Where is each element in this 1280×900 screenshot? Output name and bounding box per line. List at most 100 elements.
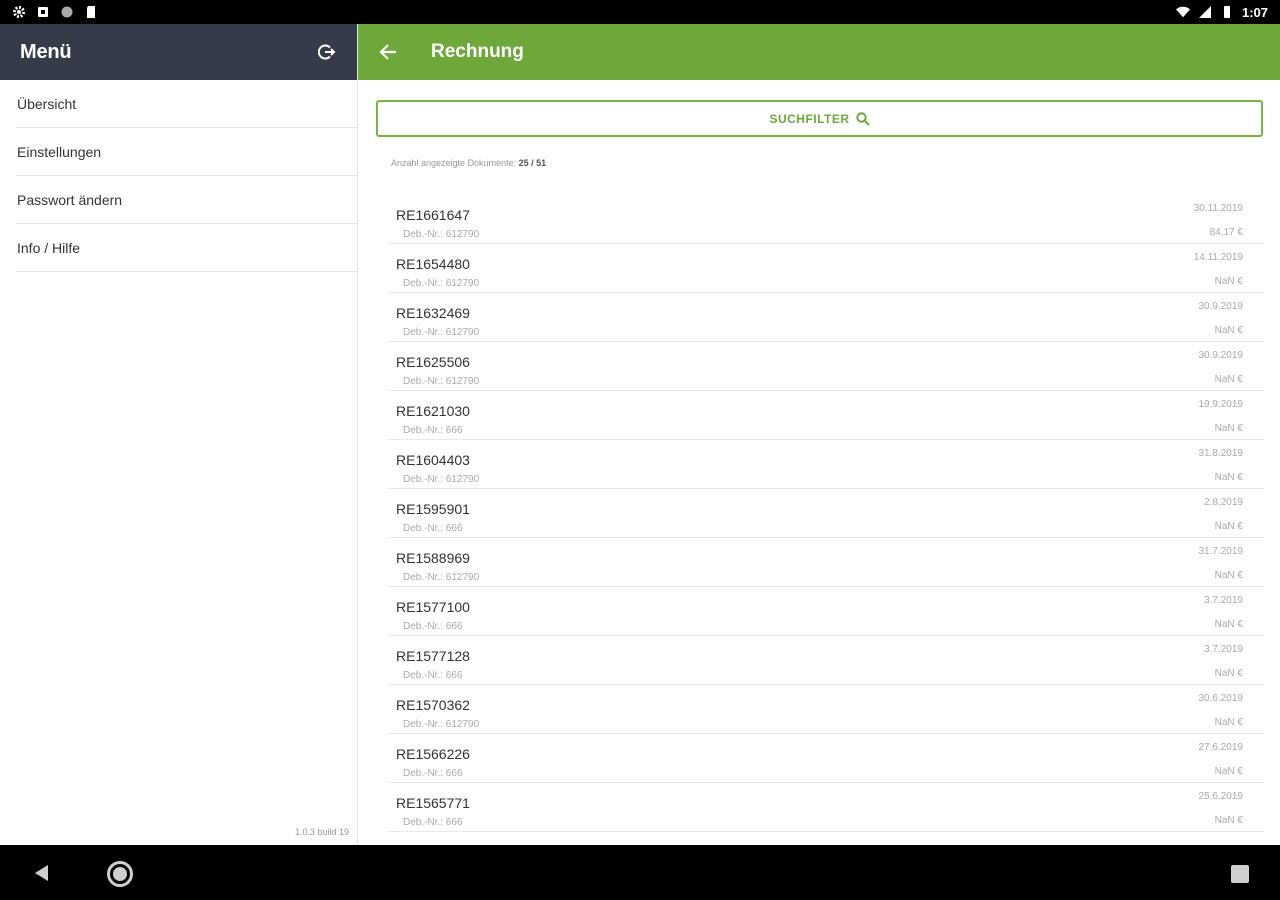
settings-icon [13, 6, 25, 18]
menu-list: Übersicht Einstellungen Passwort ändern … [0, 80, 357, 272]
invoice-amount: NaN € [1214, 815, 1243, 826]
invoice-date: 30.9.2019 [1198, 301, 1244, 312]
invoice-row[interactable]: RE1654480 Deb.-Nr.: 612790 14.11.2019 NaN € [388, 244, 1264, 293]
menu-item-change-password[interactable]: Passwort ändern [16, 176, 357, 224]
invoice-number: RE1570362 [396, 697, 470, 713]
sync-icon [61, 6, 73, 18]
page-title: Rechnung [431, 41, 524, 62]
invoice-amount: NaN € [1214, 276, 1243, 287]
invoice-number: RE1565771 [396, 795, 470, 811]
invoice-number: RE1577128 [396, 648, 470, 664]
debtor-number: Deb.-Nr.: 666 [403, 621, 463, 632]
sidebar-menu: Menü Übersicht Einstellungen Passwort än… [0, 24, 358, 845]
invoice-date: 3.7.2019 [1204, 644, 1243, 655]
invoice-date: 14.11.2019 [1193, 252, 1243, 263]
invoice-row[interactable]: RE1625506 Deb.-Nr.: 612790 30.9.2019 NaN € [388, 342, 1264, 391]
status-time: 1:07 [1241, 4, 1268, 20]
menu-item-settings[interactable]: Einstellungen [16, 128, 357, 176]
invoice-amount: NaN € [1214, 668, 1243, 679]
logout-button[interactable] [313, 38, 341, 66]
invoice-date: 30.11.2019 [1193, 203, 1243, 214]
invoice-date: 30.9.2019 [1198, 350, 1244, 361]
version-label: 1.0.3 build 19 [294, 827, 349, 837]
menu-item-label: Übersicht [17, 95, 77, 112]
invoice-row[interactable]: RE1577128 Deb.-Nr.: 666 3.7.2019 NaN € [388, 636, 1264, 685]
invoice-date: 25.6.2019 [1198, 791, 1244, 802]
invoice-row[interactable]: RE1661647 Deb.-Nr.: 612790 30.11.2019 84,17… [388, 195, 1264, 244]
invoice-number: RE1588969 [396, 550, 470, 566]
invoice-amount: NaN € [1214, 717, 1243, 728]
search-icon [855, 111, 870, 126]
invoice-amount: NaN € [1214, 472, 1243, 483]
back-button[interactable] [374, 38, 402, 66]
nav-home-icon[interactable] [107, 861, 133, 887]
document-count-label: Anzahl angezeigte Dokumente: [391, 158, 517, 168]
invoice-number: RE1577100 [396, 599, 470, 615]
invoice-date: 31.7.2019 [1198, 546, 1244, 557]
notification-icon [38, 7, 48, 17]
invoice-row[interactable]: RE1566226 Deb.-Nr.: 666 27.6.2019 NaN € [388, 734, 1264, 783]
invoice-number: RE1621030 [396, 403, 470, 419]
invoice-amount: NaN € [1214, 521, 1243, 532]
invoice-date: 31.8.2019 [1198, 448, 1244, 459]
logout-icon [318, 44, 336, 60]
invoice-date: 27.6.2019 [1198, 742, 1244, 753]
invoice-amount: 84,17 € [1209, 227, 1243, 238]
invoice-amount: NaN € [1214, 766, 1243, 777]
invoice-list: RE1661647 Deb.-Nr.: 612790 30.11.2019 84,17… [388, 195, 1264, 832]
invoice-row[interactable]: RE1595901 Deb.-Nr.: 666 2.8.2019 NaN € [388, 489, 1264, 538]
invoice-amount: NaN € [1214, 423, 1243, 434]
invoice-row[interactable]: RE1621030 Deb.-Nr.: 666 19.9.2019 NaN € [388, 391, 1264, 440]
debtor-number: Deb.-Nr.: 612790 [403, 572, 480, 583]
invoice-number: RE1625506 [396, 354, 470, 370]
nav-back-icon[interactable] [32, 863, 52, 883]
invoice-amount: NaN € [1214, 619, 1243, 630]
debtor-number: Deb.-Nr.: 666 [403, 817, 463, 828]
invoice-amount: NaN € [1214, 374, 1243, 385]
navigation-bar [0, 845, 1280, 900]
debtor-number: Deb.-Nr.: 666 [403, 425, 463, 436]
menu-item-label: Einstellungen [17, 143, 102, 160]
battery-icon [1223, 6, 1230, 18]
invoice-number: RE1566226 [396, 746, 470, 762]
invoice-number: RE1654480 [396, 256, 470, 272]
document-count-value: 25 / 51 [518, 158, 547, 168]
debtor-number: Deb.-Nr.: 612790 [403, 278, 480, 289]
invoice-number: RE1604403 [396, 452, 470, 468]
invoice-amount: NaN € [1214, 325, 1243, 336]
status-bar: 1:07 [0, 0, 1280, 24]
invoice-date: 2.8.2019 [1204, 497, 1243, 508]
invoice-amount: NaN € [1214, 570, 1243, 581]
debtor-number: Deb.-Nr.: 612790 [403, 719, 480, 730]
debtor-number: Deb.-Nr.: 612790 [403, 474, 480, 485]
menu-item-info-help[interactable]: Info / Hilfe [16, 224, 357, 272]
menu-item-label: Info / Hilfe [17, 239, 81, 256]
nav-recent-apps-icon[interactable] [1231, 865, 1249, 883]
invoice-number: RE1661647 [396, 207, 470, 223]
invoice-row[interactable]: RE1577100 Deb.-Nr.: 666 3.7.2019 NaN € [388, 587, 1264, 636]
search-filter-button[interactable]: SUCHFILTER [376, 100, 1263, 137]
invoice-row[interactable]: RE1604403 Deb.-Nr.: 612790 31.8.2019 NaN € [388, 440, 1264, 489]
debtor-number: Deb.-Nr.: 666 [403, 768, 463, 779]
invoice-number: RE1632469 [396, 305, 470, 321]
invoice-row[interactable]: RE1565771 Deb.-Nr.: 666 25.6.2019 NaN € [388, 783, 1264, 832]
signal-icon [1198, 6, 1211, 18]
app-bar: Rechnung [358, 24, 1280, 80]
debtor-number: Deb.-Nr.: 612790 [403, 376, 480, 387]
menu-item-overview[interactable]: Übersicht [16, 80, 357, 128]
invoice-row[interactable]: RE1570362 Deb.-Nr.: 612790 30.6.2019 NaN € [388, 685, 1264, 734]
invoice-row[interactable]: RE1632469 Deb.-Nr.: 612790 30.9.2019 NaN € [388, 293, 1264, 342]
debtor-number: Deb.-Nr.: 666 [403, 523, 463, 534]
debtor-number: Deb.-Nr.: 612790 [403, 327, 480, 338]
main-content: Rechnung SUCHFILTER Anzahl angezeigte Do… [358, 24, 1280, 845]
invoice-row[interactable]: RE1588969 Deb.-Nr.: 612790 31.7.2019 NaN € [388, 538, 1264, 587]
invoice-date: 3.7.2019 [1204, 595, 1243, 606]
sidebar-title: Menü [20, 40, 72, 63]
debtor-number: Deb.-Nr.: 612790 [403, 229, 480, 240]
invoice-date: 19.9.2019 [1198, 399, 1244, 410]
invoice-number: RE1595901 [396, 501, 470, 517]
wifi-icon [1175, 6, 1190, 18]
debtor-number: Deb.-Nr.: 666 [403, 670, 463, 681]
invoice-date: 30.6.2019 [1198, 693, 1244, 704]
sidebar-header: Menü [0, 24, 357, 80]
